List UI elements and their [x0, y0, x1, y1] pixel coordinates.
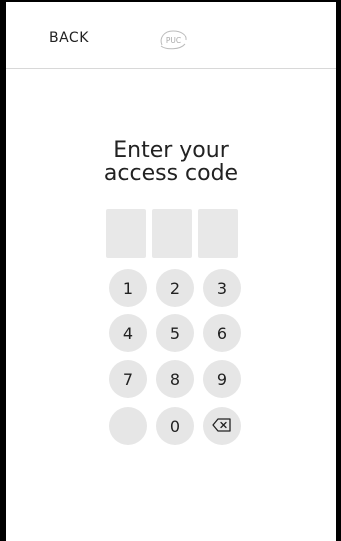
- key-3[interactable]: 3: [203, 269, 241, 307]
- key-8[interactable]: 8: [156, 360, 194, 398]
- prompt-line-2: access code: [103, 161, 239, 186]
- key-2[interactable]: 2: [156, 269, 194, 307]
- key-0[interactable]: 0: [156, 407, 194, 445]
- key-7[interactable]: 7: [109, 360, 147, 398]
- logo-text: PUC: [166, 36, 181, 45]
- key-6[interactable]: 6: [203, 314, 241, 352]
- code-digit-2: [152, 209, 192, 258]
- key-blank: [109, 407, 147, 445]
- key-1[interactable]: 1: [109, 269, 147, 307]
- backspace-button[interactable]: [203, 407, 241, 445]
- puc-logo: PUC: [158, 29, 189, 51]
- code-digit-1: [106, 209, 146, 258]
- key-4[interactable]: 4: [109, 314, 147, 352]
- key-9[interactable]: 9: [203, 360, 241, 398]
- backspace-icon: [212, 417, 232, 436]
- code-digit-3: [198, 209, 238, 258]
- key-5[interactable]: 5: [156, 314, 194, 352]
- prompt-line-1: Enter your: [113, 138, 229, 163]
- app-screen: BACK PUC Enter your access code 1 2 3 4 …: [0, 0, 341, 541]
- back-button[interactable]: BACK: [49, 30, 89, 46]
- top-bar: BACK PUC: [6, 2, 336, 69]
